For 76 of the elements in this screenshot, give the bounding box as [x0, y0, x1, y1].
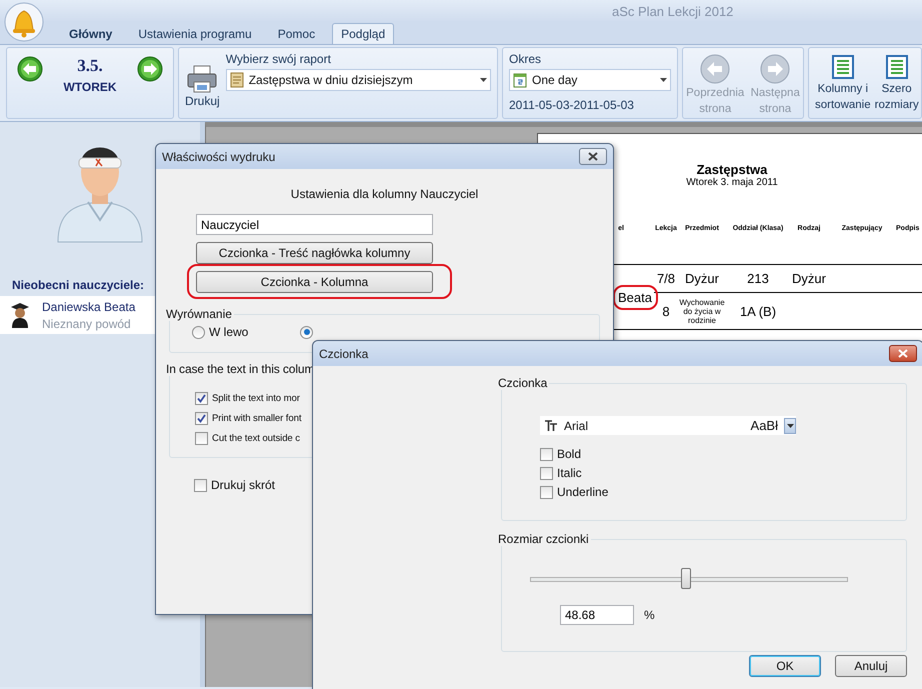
absence-reason: Nieznany powód	[42, 316, 132, 330]
checkbox[interactable]	[195, 392, 208, 405]
radio-button[interactable]	[300, 326, 314, 338]
close-icon	[588, 152, 598, 161]
group-title: Rozmiar czcionki	[497, 532, 590, 546]
checkbox[interactable]	[540, 448, 553, 460]
graduate-icon	[10, 302, 30, 328]
checkbox-label: Split the text into mor	[212, 393, 300, 404]
calendar-icon	[513, 72, 527, 88]
report-title: Zastępstwa	[696, 162, 768, 177]
dropdown-button[interactable]	[784, 418, 796, 434]
printer-icon	[186, 64, 218, 94]
teacher-name: Daniewska Beata	[42, 300, 136, 314]
table-icon	[830, 54, 855, 80]
unit-label: %	[644, 608, 655, 622]
date-label: 3.5.	[77, 56, 103, 76]
checkbox-label: Cut the text outside c	[212, 433, 300, 444]
cancel-button[interactable]: Anuluj	[835, 655, 907, 677]
day-label: WTOREK	[63, 80, 117, 94]
period-label: Okres	[509, 52, 542, 66]
table-cell: Wychowanie do życia w rodzinie	[678, 293, 726, 330]
table-cell: 8	[654, 293, 678, 330]
dropdown-arrow-icon	[660, 78, 666, 82]
tab[interactable]: Ustawienia programu	[129, 23, 261, 44]
font-button[interactable]: Czcionka - Treść nagłówka kolumny	[196, 242, 433, 264]
font-size-field[interactable]: 48.68	[560, 605, 634, 625]
radio-label: W lewo	[209, 325, 248, 339]
next-day-button[interactable]	[136, 56, 163, 82]
table-cell: Dyżur	[678, 265, 726, 293]
group-title: Czcionka	[497, 376, 548, 390]
slider-thumb[interactable]	[680, 568, 691, 589]
table-cell: 7/8	[654, 265, 678, 293]
checkbox[interactable]	[195, 412, 208, 425]
dialog-title: Czcionka	[319, 346, 370, 360]
report-date: Wtorek 3. maja 2011	[685, 177, 779, 188]
absent-teachers-heading: Nieobecni nauczyciele:	[12, 278, 146, 292]
checkbox[interactable]	[540, 486, 553, 498]
table-cell: 1A (B)	[726, 293, 790, 330]
checkbox[interactable]	[195, 432, 208, 445]
ok-button[interactable]: OK	[749, 655, 821, 677]
table-cell: 213	[726, 265, 790, 293]
window-title: aSc Plan Lekcji 2012	[612, 4, 734, 18]
column-name-field[interactable]: Nauczyciel	[196, 214, 433, 235]
checkbox-label: Italic	[557, 466, 582, 480]
tab[interactable]: Pomoc	[268, 23, 324, 44]
report-icon	[230, 72, 244, 88]
checkbox-label: Underline	[557, 485, 608, 499]
close-button[interactable]	[889, 345, 917, 362]
table-icon	[884, 54, 909, 80]
font-size-slider[interactable]	[530, 568, 848, 589]
checkbox[interactable]	[540, 466, 553, 480]
dialog-heading: Ustawienia dla kolumny Nauczyciel	[290, 187, 480, 201]
dialog-title: Właściwości wydruku	[162, 150, 276, 164]
font-button[interactable]: Czcionka - Kolumna	[196, 271, 433, 293]
tab[interactable]: Główny	[60, 23, 122, 44]
previous-day-button[interactable]	[17, 56, 43, 82]
period-dropdown[interactable]: One day	[509, 69, 671, 91]
checkbox-label: Drukuj skrót	[211, 478, 276, 492]
print-button[interactable]: Drukuj	[185, 52, 220, 114]
checkbox-label: Bold	[557, 447, 582, 461]
close-button[interactable]	[579, 148, 607, 165]
table-cell: Dyżur	[790, 265, 828, 293]
radio-button[interactable]	[192, 326, 205, 338]
tab[interactable]: Podgląd	[332, 23, 394, 44]
font-icon	[544, 420, 558, 432]
period-range: 2011-05-03-2011-05-03	[509, 98, 635, 112]
checkbox[interactable]	[194, 478, 207, 492]
close-icon	[898, 349, 908, 358]
columns-button[interactable]: Kolumny i sortowanie	[815, 54, 871, 118]
dropdown-arrow-icon	[786, 424, 794, 428]
report-label: Wybierz swój raport	[226, 52, 332, 66]
columns-button[interactable]: Szero rozmiary	[874, 54, 919, 118]
checkbox-label: Print with smaller font	[212, 413, 302, 424]
dropdown-arrow-icon	[480, 78, 486, 82]
report-dropdown[interactable]: Zastępstwa w dniu dzisiejszym	[226, 69, 491, 91]
font-dropdown[interactable]: Arial AaBł	[540, 416, 796, 435]
